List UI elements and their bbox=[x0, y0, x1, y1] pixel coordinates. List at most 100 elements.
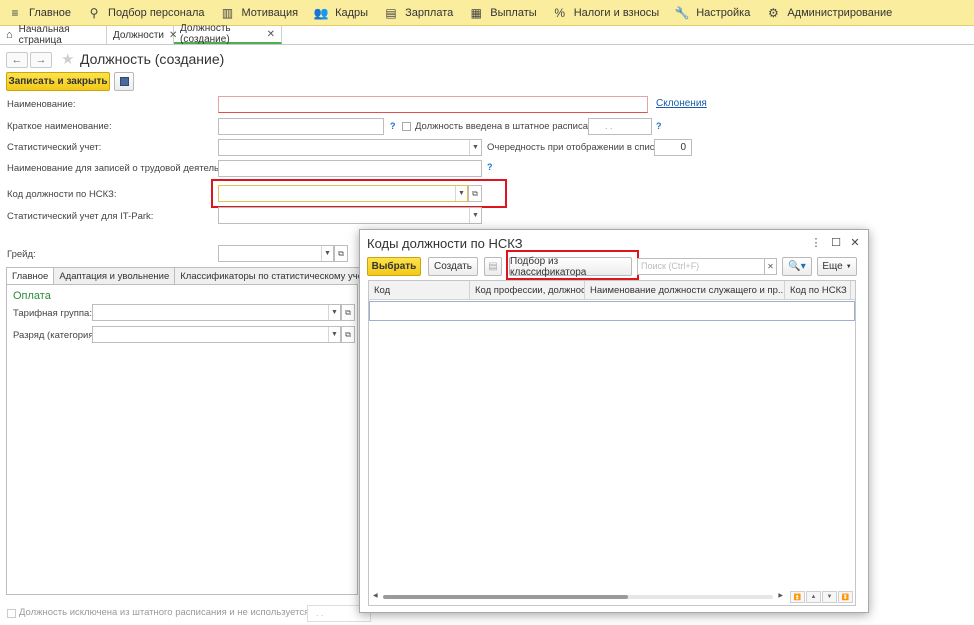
close-icon[interactable]: ✕ bbox=[267, 29, 275, 40]
select-button[interactable]: Выбрать bbox=[367, 257, 421, 276]
menu-item-label: Выплаты bbox=[490, 6, 537, 19]
excluded-checkbox[interactable] bbox=[7, 609, 16, 618]
itpark-field[interactable]: ▼ bbox=[218, 207, 482, 224]
open-icon[interactable]: ⧉ bbox=[341, 326, 355, 343]
table-row[interactable] bbox=[369, 301, 855, 321]
menu-item-2[interactable]: ▥ Мотивация bbox=[213, 0, 307, 26]
open-icon[interactable]: ⧉ bbox=[341, 304, 355, 321]
favorite-star-icon[interactable]: ★ bbox=[61, 50, 74, 68]
forward-button[interactable]: → bbox=[30, 52, 52, 68]
wrench-icon: 🔧 bbox=[674, 5, 690, 20]
menu-item-6[interactable]: % Налоги и взносы bbox=[545, 0, 668, 26]
search-button[interactable]: 🔍▾ bbox=[782, 257, 812, 276]
more-vertical-icon[interactable]: ⋮ bbox=[810, 236, 822, 249]
highlight-frame bbox=[506, 250, 639, 280]
chevron-down-icon[interactable]: ▼ bbox=[469, 140, 481, 155]
salary-icon: ▤ bbox=[385, 5, 397, 20]
category-label: Разряд (категория): bbox=[13, 330, 100, 341]
help-icon[interactable]: ? bbox=[656, 121, 662, 131]
name-label: Наименование: bbox=[7, 99, 76, 110]
page-down-icon[interactable]: ▼ bbox=[822, 591, 837, 603]
tab-home[interactable]: ⌂ Начальная страница bbox=[0, 24, 107, 46]
staff-date-field[interactable]: . . bbox=[588, 118, 652, 135]
gear-icon: ⚙ bbox=[767, 5, 779, 20]
payments-icon: ▦ bbox=[470, 5, 482, 20]
form-tabs: Главное Адаптация и увольнение Классифик… bbox=[6, 267, 378, 284]
order-field[interactable]: 0 bbox=[654, 139, 692, 156]
menu-item-8[interactable]: ⚙ Администрирование bbox=[758, 0, 900, 26]
last-page-icon[interactable]: ⏬ bbox=[838, 591, 853, 603]
column-header-nskz-code[interactable]: Код по НСКЗ bbox=[785, 281, 851, 300]
menu-item-3[interactable]: 👥 Кадры bbox=[306, 0, 376, 26]
payment-section-title: Оплата bbox=[13, 290, 51, 302]
itpark-label: Статистический учет для IT-Park: bbox=[7, 211, 154, 222]
chevron-down-icon[interactable]: ▼ bbox=[328, 305, 340, 320]
scroll-left-icon[interactable]: ◀ bbox=[373, 592, 378, 599]
nskz-codes-dialog: Коды должности по НСКЗ ⋮ ☐ ✕ Выбрать Соз… bbox=[359, 229, 869, 613]
tariff-group-field[interactable]: ▼ bbox=[92, 304, 341, 321]
menu-item-4[interactable]: ▤ Зарплата bbox=[376, 0, 461, 26]
save-button[interactable] bbox=[114, 72, 134, 91]
copy-button[interactable]: ▤ bbox=[484, 257, 502, 276]
motivation-icon: ▥ bbox=[221, 5, 234, 20]
declension-link[interactable]: Склонения bbox=[656, 98, 707, 109]
grade-label: Грейд: bbox=[7, 249, 36, 260]
column-header-code[interactable]: Код bbox=[369, 281, 470, 300]
create-button[interactable]: Создать bbox=[428, 257, 478, 276]
tab-label: Должности bbox=[113, 29, 165, 41]
horizontal-scrollbar[interactable]: ◀ ▶ bbox=[373, 592, 783, 601]
menu-item-label: Кадры bbox=[335, 6, 369, 19]
tariff-group-label: Тарифная группа: bbox=[13, 308, 92, 319]
more-button[interactable]: Еще ▼ bbox=[817, 257, 857, 276]
chevron-down-icon[interactable]: ▼ bbox=[328, 327, 340, 342]
menu-item-label: Налоги и взносы bbox=[573, 6, 660, 19]
column-header-position-name[interactable]: Наименование должности служащего и пр...… bbox=[585, 281, 785, 300]
highlight-frame bbox=[211, 179, 507, 208]
more-label: Еще bbox=[822, 261, 843, 272]
tab-classifiers[interactable]: Классификаторы по статистическому учету bbox=[174, 267, 378, 284]
page-up-icon[interactable]: ▲ bbox=[806, 591, 821, 603]
tab-adaptation[interactable]: Адаптация и увольнение bbox=[53, 267, 176, 284]
short-name-label: Краткое наименование: bbox=[7, 121, 112, 132]
grade-field[interactable]: ▼ bbox=[218, 245, 334, 262]
open-icon[interactable]: ⧉ bbox=[334, 245, 348, 262]
clear-search-icon[interactable]: ✕ bbox=[764, 258, 777, 275]
tab-main[interactable]: Главное bbox=[6, 267, 55, 284]
name-field[interactable] bbox=[218, 96, 648, 113]
menu-item-0[interactable]: ≡ Главное bbox=[0, 0, 79, 26]
help-icon[interactable]: ? bbox=[390, 121, 396, 131]
chevron-down-icon[interactable]: ▼ bbox=[321, 246, 333, 261]
table-header: Код Код профессии, должности Наименовани… bbox=[369, 281, 855, 300]
menu-item-label: Зарплата bbox=[405, 6, 454, 19]
menu-item-7[interactable]: 🔧 Настройка bbox=[667, 0, 758, 26]
scroll-thumb[interactable] bbox=[383, 595, 628, 599]
short-name-field[interactable] bbox=[218, 118, 384, 135]
open-tabs-bar: ⌂ Начальная страница Должности ✕ Должнос… bbox=[0, 23, 974, 46]
list-navigation: ⏫ ▲ ▼ ⏬ bbox=[789, 591, 853, 603]
category-field[interactable]: ▼ bbox=[92, 326, 341, 343]
codes-table: Код Код профессии, должности Наименовани… bbox=[368, 280, 856, 606]
tab-position-create[interactable]: Должность (создание) ✕ bbox=[174, 23, 282, 45]
staff-schedule-checkbox[interactable] bbox=[402, 122, 411, 131]
save-and-close-button[interactable]: Записать и закрыть bbox=[6, 72, 110, 91]
menu-item-5[interactable]: ▦ Выплаты bbox=[461, 0, 544, 26]
stat-field[interactable]: ▼ bbox=[218, 139, 482, 156]
first-page-icon[interactable]: ⏫ bbox=[790, 591, 805, 603]
back-button[interactable]: ← bbox=[6, 52, 28, 68]
page-title: Должность (создание) bbox=[80, 51, 225, 67]
scroll-right-icon[interactable]: ▶ bbox=[778, 592, 783, 599]
menu-item-1[interactable]: ⚲ Подбор персонала bbox=[79, 0, 212, 26]
nskz-code-label: Код должности по НСКЗ: bbox=[7, 189, 117, 200]
search-icon: 🔍▾ bbox=[788, 261, 806, 272]
help-icon[interactable]: ? bbox=[487, 162, 493, 172]
search-input[interactable]: Поиск (Ctrl+F) bbox=[637, 258, 765, 275]
dialog-title: Коды должности по НСКЗ bbox=[367, 236, 523, 251]
labor-name-field[interactable] bbox=[218, 160, 482, 177]
arrow-left-icon: ← bbox=[11, 54, 23, 66]
chevron-down-icon[interactable]: ▼ bbox=[469, 208, 481, 223]
menu-item-label: Настройка bbox=[696, 6, 751, 19]
maximize-icon[interactable]: ☐ bbox=[830, 236, 842, 249]
close-icon[interactable]: ✕ bbox=[849, 236, 861, 249]
tab-positions[interactable]: Должности ✕ bbox=[107, 26, 177, 44]
column-header-profession-code[interactable]: Код профессии, должности bbox=[470, 281, 585, 300]
